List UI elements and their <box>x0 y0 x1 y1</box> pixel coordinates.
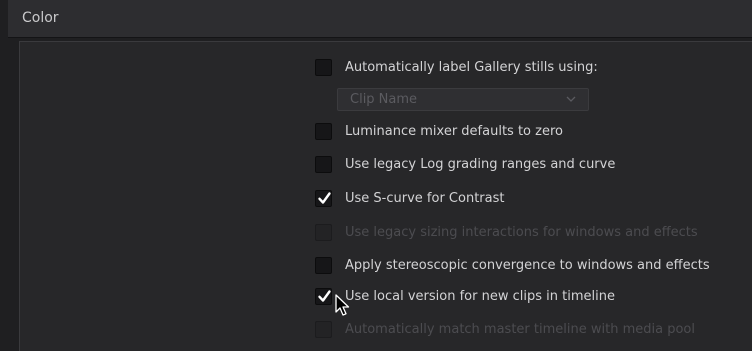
setting-label: Automatically match master timeline with… <box>345 321 695 337</box>
setting-row-match-master-timeline: Automatically match master timeline with… <box>315 319 695 339</box>
setting-label: Use legacy Log grading ranges and curve <box>345 156 616 172</box>
setting-row-legacy-sizing: Use legacy sizing interactions for windo… <box>315 222 698 242</box>
setting-row-luminance-mixer[interactable]: Luminance mixer defaults to zero <box>315 121 563 141</box>
section-header: Color <box>8 0 752 38</box>
auto-label-gallery-checkbox[interactable] <box>315 58 332 76</box>
mouse-pointer-icon <box>335 294 350 316</box>
legacy-sizing-checkbox <box>315 223 332 241</box>
setting-label: Automatically label Gallery stills using… <box>345 59 598 75</box>
setting-label: Use local version for new clips in timel… <box>345 288 615 304</box>
dropdown-selected-value: Clip Name <box>350 92 418 107</box>
stereoscopic-convergence-checkbox[interactable] <box>315 256 332 274</box>
section-title: Color <box>22 10 59 26</box>
setting-row-auto-label-gallery[interactable]: Automatically label Gallery stills using… <box>315 57 598 77</box>
gallery-label-dropdown[interactable]: Clip Name <box>337 88 589 111</box>
s-curve-contrast-checkbox[interactable] <box>315 189 332 207</box>
setting-row-local-version[interactable]: Use local version for new clips in timel… <box>315 286 615 306</box>
setting-label: Apply stereoscopic convergence to window… <box>345 257 710 273</box>
setting-label: Use legacy sizing interactions for windo… <box>345 224 698 240</box>
setting-row-stereoscopic-convergence[interactable]: Apply stereoscopic convergence to window… <box>315 255 710 275</box>
preferences-window: Color Automatically label Gallery stills… <box>0 0 752 351</box>
match-master-timeline-checkbox <box>315 320 332 338</box>
checkmark-icon <box>318 289 331 302</box>
setting-label: Use S-curve for Contrast <box>345 190 505 206</box>
chevron-down-icon <box>566 96 576 102</box>
setting-label: Luminance mixer defaults to zero <box>345 123 563 139</box>
local-version-checkbox[interactable] <box>315 287 332 305</box>
setting-row-s-curve-contrast[interactable]: Use S-curve for Contrast <box>315 188 504 208</box>
checkmark-icon <box>318 191 331 204</box>
luminance-mixer-checkbox[interactable] <box>315 122 332 140</box>
setting-row-legacy-log-grading[interactable]: Use legacy Log grading ranges and curve <box>315 154 615 174</box>
legacy-log-grading-checkbox[interactable] <box>315 155 332 173</box>
